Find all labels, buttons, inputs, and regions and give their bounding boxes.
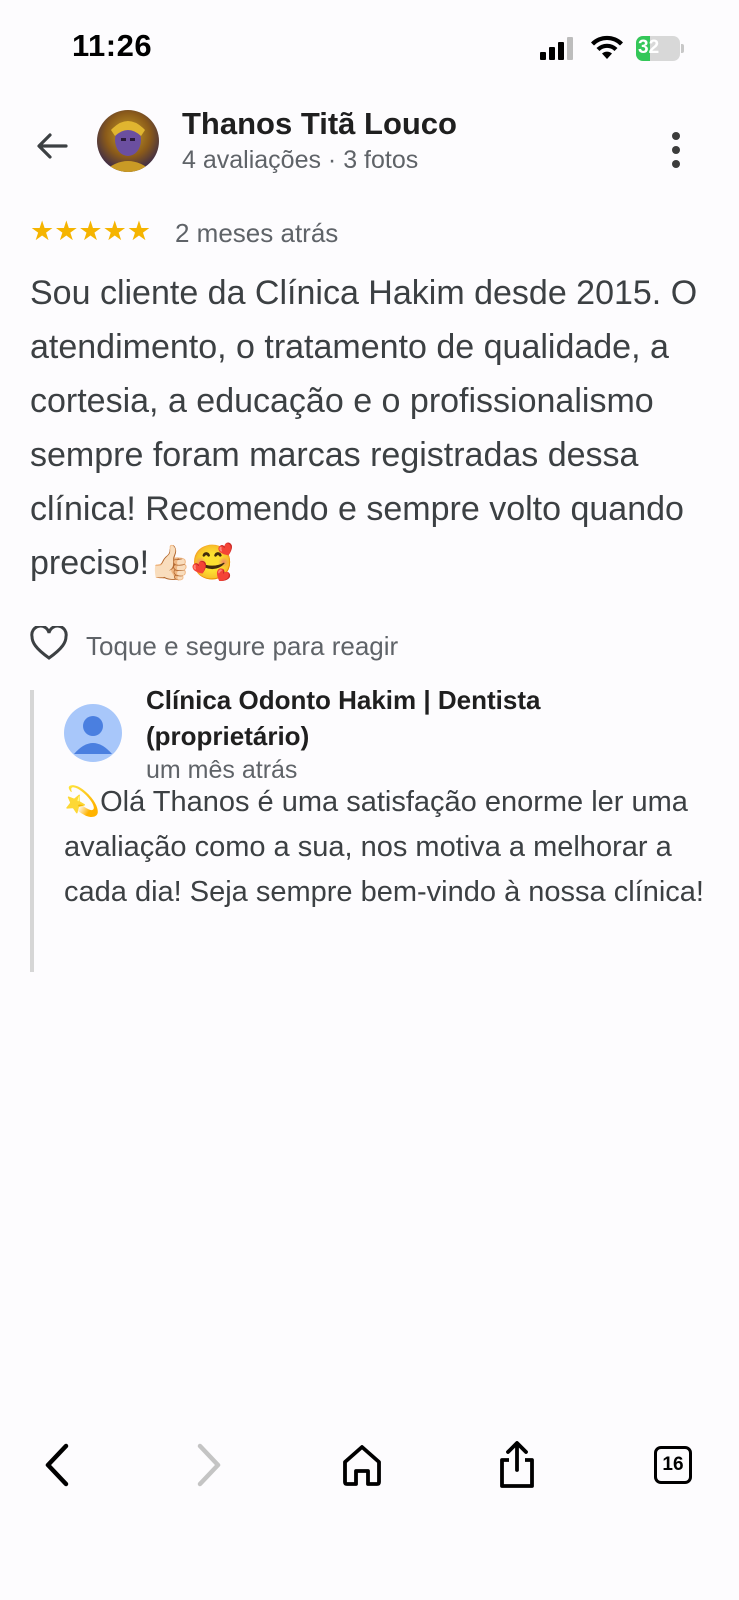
signal-icon: [540, 36, 576, 60]
owner-avatar: [64, 704, 122, 762]
review-text: Sou cliente da Clínica Hakim desde 2015.…: [30, 274, 698, 582]
profile-header: Thanos Titã Louco 4 avaliações · 3 fotos: [0, 100, 739, 190]
tabs-count: 16: [654, 1446, 692, 1484]
tabs-icon[interactable]: 16: [654, 1446, 704, 1496]
star-rating: ★★★★★: [30, 216, 152, 246]
react-label: Toque e segure para reagir: [86, 631, 399, 661]
browser-back-icon[interactable]: [34, 1440, 84, 1490]
battery-icon: 32: [636, 36, 684, 61]
status-time: 11:26: [72, 28, 153, 63]
home-icon[interactable]: [337, 1440, 387, 1490]
screen: 11:26 32 Thanos Titã Louco 4 avaliações …: [0, 0, 739, 1600]
heart-icon: [30, 626, 68, 660]
battery-percent: 32: [638, 37, 660, 58]
user-meta: 4 avaliações · 3 fotos: [182, 146, 419, 174]
owner-reply-text: 💫Olá Thanos é uma satisfação enorme ler …: [64, 786, 704, 908]
react-button[interactable]: Toque e segure para reagir: [30, 626, 630, 666]
status-bar: 11:26 32: [0, 0, 739, 96]
share-icon[interactable]: [492, 1440, 542, 1490]
reply-divider: [30, 690, 34, 972]
user-avatar[interactable]: [97, 110, 159, 172]
browser-forward-icon[interactable]: [182, 1440, 232, 1490]
browser-toolbar: 16: [0, 1420, 739, 1520]
owner-name: Clínica Odonto Hakim | Dentista (proprie…: [146, 685, 541, 751]
wifi-icon: [591, 35, 623, 59]
review-time: 2 meses atrás: [175, 218, 339, 248]
back-arrow-icon[interactable]: [34, 128, 70, 164]
rating-row: ★★★★★ 2 meses atrás: [30, 216, 710, 250]
more-vert-icon[interactable]: [672, 132, 682, 168]
user-name[interactable]: Thanos Titã Louco: [182, 106, 457, 142]
